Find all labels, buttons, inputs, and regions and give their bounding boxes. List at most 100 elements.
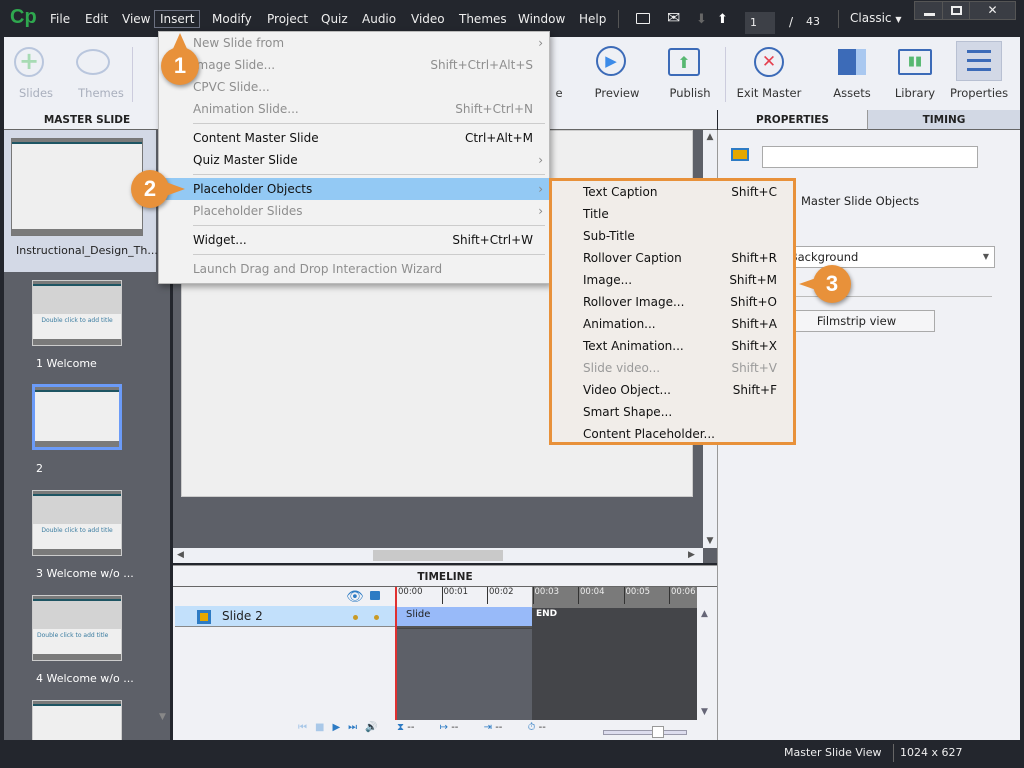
slide-bar[interactable]: Slide — [396, 607, 532, 628]
comment-icon[interactable] — [636, 13, 650, 24]
scroll-up-icon[interactable]: ▲ — [703, 132, 717, 142]
zoom-slider[interactable] — [603, 726, 687, 738]
lock-dot[interactable] — [374, 615, 379, 620]
start-time: -- — [451, 722, 459, 733]
menu-item-new-slide-from[interactable]: New Slide from › — [159, 32, 549, 54]
assets-button[interactable]: Assets — [830, 37, 874, 110]
maximize-button[interactable] — [942, 1, 970, 20]
slide-number-input[interactable]: 1 — [745, 12, 775, 34]
submenu-item-content-placeholder[interactable]: Content Placeholder... — [552, 423, 793, 445]
menu-separator — [193, 174, 545, 175]
menu-item-widget[interactable]: Widget... Shift+Ctrl+W — [159, 229, 549, 251]
name-input[interactable] — [762, 146, 978, 168]
timeline-layer-slide[interactable]: Slide 2 — [175, 606, 395, 627]
menu-help[interactable]: Help — [579, 12, 606, 26]
slides-label: Slides — [18, 86, 54, 100]
scroll-right-icon[interactable]: ▶ — [688, 550, 695, 560]
workspace-label: Classic — [850, 11, 892, 25]
close-button[interactable]: ✕ — [969, 1, 1016, 20]
menu-video[interactable]: Video — [411, 12, 445, 26]
publish-button[interactable]: ⬆ Publish — [660, 37, 720, 110]
scroll-down-icon[interactable]: ▼ — [703, 536, 717, 546]
properties-button[interactable]: Properties — [950, 37, 1008, 110]
submenu-item-animation[interactable]: Animation... Shift+A — [552, 313, 793, 335]
save-label: e — [555, 86, 563, 100]
eye-icon[interactable]: 👁 — [346, 589, 364, 605]
submenu-item-smart-shape[interactable]: Smart Shape... — [552, 401, 793, 423]
tab-properties[interactable]: PROPERTIES — [718, 110, 868, 130]
menu-item-label: Placeholder Slides — [193, 204, 303, 218]
captivate-logo: Cp — [10, 6, 37, 28]
submenu-item-image[interactable]: Image... Shift+M — [552, 269, 793, 291]
library-button[interactable]: ▮▮ Library — [892, 37, 938, 110]
menu-item-content-master-slide[interactable]: Content Master Slide Ctrl+Alt+M — [159, 127, 549, 149]
filmstrip-scroll-down-icon[interactable]: ▼ — [159, 712, 166, 722]
menu-item-animation-slide[interactable]: Animation Slide... Shift+Ctrl+N — [159, 98, 549, 120]
menu-item-image-slide[interactable]: Image Slide... Shift+Ctrl+Alt+S — [159, 54, 549, 76]
slide-thumb-4[interactable]: Double click to add title — [32, 595, 122, 661]
chevron-right-icon: › — [538, 204, 543, 218]
timeline-header: TIMELINE — [173, 565, 717, 587]
slide-thumb-3[interactable]: Double click to add title — [32, 490, 122, 556]
timeline-scroll-down-icon[interactable]: ▼ — [701, 707, 708, 717]
minimize-button[interactable] — [914, 1, 944, 20]
slides-button[interactable]: + Slides — [8, 37, 64, 110]
rewind-icon[interactable]: ⏮ — [298, 722, 315, 733]
submenu-item-video-object[interactable]: Video Object... Shift+F — [552, 379, 793, 401]
arrow-down-icon[interactable]: ⬇ — [696, 12, 707, 27]
menu-view[interactable]: View — [122, 12, 150, 26]
shortcut: Shift+Ctrl+Alt+S — [430, 58, 533, 72]
scroll-left-icon[interactable]: ◀ — [177, 550, 184, 560]
menu-item-placeholder-slides[interactable]: Placeholder Slides › — [159, 200, 549, 222]
submenu-item-title[interactable]: Title — [552, 203, 793, 225]
visibility-dot[interactable] — [353, 615, 358, 620]
master-objects-label: Master Slide Objects — [801, 194, 920, 208]
menu-themes[interactable]: Themes — [459, 12, 507, 26]
filmstrip-view-button[interactable]: Filmstrip view — [778, 310, 935, 332]
menu-item-placeholder-objects[interactable]: Placeholder Objects › — [159, 178, 549, 200]
menu-modify[interactable]: Modify — [212, 12, 252, 26]
exit-master-button[interactable]: ✕ Exit Master — [734, 37, 804, 110]
horizontal-scrollbar[interactable]: ◀ ▶ — [173, 548, 703, 563]
menu-item-launch-drag-and-drop-interaction-wizard[interactable]: Launch Drag and Drop Interaction Wizard — [159, 258, 549, 280]
submenu-item-slide-video[interactable]: Slide video... Shift+V — [552, 357, 793, 379]
preview-button[interactable]: ▶ Preview — [588, 37, 646, 110]
themes-button[interactable]: Themes — [70, 37, 132, 110]
audio-icon[interactable]: 🔊 — [365, 722, 385, 733]
menu-window[interactable]: Window — [518, 12, 565, 26]
end-marker: END — [536, 609, 558, 619]
slide-thumb-1[interactable]: Double click to add title — [32, 280, 122, 346]
timeline-scroll-up-icon[interactable]: ▲ — [701, 609, 708, 619]
submenu-item-text-caption[interactable]: Text Caption Shift+C — [552, 181, 793, 203]
menu-item-cpvc-slide[interactable]: CPVC Slide... — [159, 76, 549, 98]
playhead[interactable] — [395, 587, 397, 720]
save-button[interactable]: e — [552, 37, 566, 110]
stage-size: 1024 x 627 — [900, 746, 963, 759]
submenu-item-rollover-image[interactable]: Rollover Image... Shift+O — [552, 291, 793, 313]
palette-icon — [76, 49, 110, 75]
background-select[interactable]: e Background ▼ — [778, 246, 995, 268]
submenu-item-text-animation[interactable]: Text Animation... Shift+X — [552, 335, 793, 357]
submenu-item-rollover-caption[interactable]: Rollover Caption Shift+R — [552, 247, 793, 269]
menu-audio[interactable]: Audio — [362, 12, 396, 26]
zoom-slider-thumb[interactable] — [652, 726, 664, 738]
tab-timing[interactable]: TIMING — [868, 110, 1020, 130]
skip-end-icon[interactable]: ⏭ — [348, 722, 365, 733]
exit-master-label: Exit Master — [736, 86, 802, 100]
menu-quiz[interactable]: Quiz — [321, 12, 348, 26]
mail-icon[interactable]: ✉ — [667, 8, 680, 27]
stop-icon[interactable]: ■ — [315, 722, 332, 733]
submenu-item-sub-title[interactable]: Sub-Title — [552, 225, 793, 247]
menu-project[interactable]: Project — [267, 12, 308, 26]
slide-thumb-5[interactable] — [32, 700, 122, 740]
workspace-dropdown[interactable]: Classic ▼ — [850, 11, 902, 25]
menu-item-quiz-master-slide[interactable]: Quiz Master Slide › — [159, 149, 549, 171]
lock-icon[interactable] — [370, 591, 380, 600]
play-icon[interactable]: ▶ — [332, 722, 348, 733]
menu-insert[interactable]: Insert — [154, 10, 201, 28]
slide-thumb-2[interactable] — [32, 384, 122, 450]
menu-edit[interactable]: Edit — [85, 12, 108, 26]
scroll-thumb[interactable] — [373, 550, 503, 561]
arrow-up-icon[interactable]: ⬆ — [717, 12, 728, 27]
menu-file[interactable]: File — [50, 12, 70, 26]
